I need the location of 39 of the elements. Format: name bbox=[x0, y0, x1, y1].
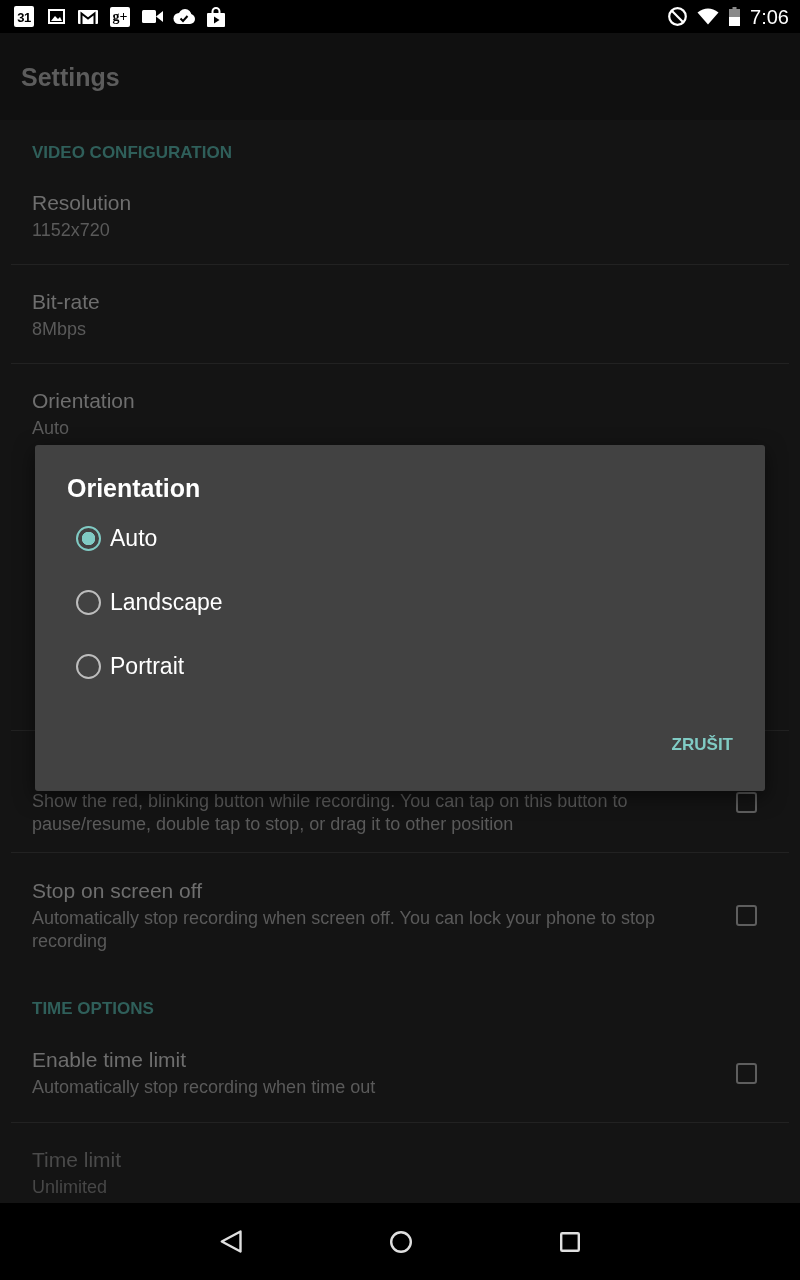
checkbox[interactable] bbox=[736, 1062, 757, 1084]
radio-option[interactable]: Landscape bbox=[76, 589, 223, 615]
wifi-icon bbox=[697, 8, 720, 25]
setting-title: Enable time limit bbox=[32, 1047, 187, 1073]
recents-icon[interactable] bbox=[560, 1231, 580, 1252]
back-icon[interactable] bbox=[220, 1230, 242, 1253]
section-header: TIME OPTIONS bbox=[32, 998, 154, 1020]
setting-title: Bit-rate bbox=[32, 289, 100, 315]
radio-button[interactable] bbox=[76, 525, 101, 551]
section-header: VIDEO CONFIGURATION bbox=[32, 142, 232, 164]
setting-summary: 1152x720 bbox=[32, 219, 110, 242]
battery-icon bbox=[729, 7, 741, 26]
setting-title: Resolution bbox=[32, 190, 132, 216]
setting-summary: Automatically stop recording when screen off. You can lock your phone to stop recording bbox=[32, 907, 657, 953]
radio-button[interactable] bbox=[76, 589, 101, 615]
radio-option[interactable]: Auto bbox=[76, 525, 158, 551]
video-camera-icon bbox=[141, 10, 163, 23]
cloud-check-icon bbox=[173, 9, 195, 24]
g-plus-icon: g+ bbox=[110, 6, 130, 27]
dialog-title: Orientation bbox=[67, 473, 201, 504]
image-icon bbox=[47, 9, 65, 24]
setting-summary: Auto bbox=[32, 417, 70, 440]
screen-title: Settings bbox=[21, 61, 120, 93]
shopping-bag-icon bbox=[206, 6, 226, 27]
radio-button[interactable] bbox=[76, 653, 101, 679]
setting-summary: 8Mbps bbox=[32, 318, 87, 341]
setting-summary: Automatically stop recording when time out bbox=[32, 1076, 376, 1099]
calendar-icon: 31 bbox=[14, 6, 34, 27]
home-icon[interactable] bbox=[390, 1230, 412, 1253]
do-not-disturb-icon bbox=[668, 7, 688, 26]
setting-title: Stop on screen off bbox=[32, 878, 203, 904]
mail-icon bbox=[78, 9, 98, 24]
setting-summary: Show the red, blinking button while recording. You can tap on this button to pause/resume, double tap to stop, or drag it to other position bbox=[32, 790, 629, 836]
checkbox[interactable] bbox=[736, 905, 757, 926]
setting-title: Orientation bbox=[32, 388, 135, 414]
checkbox[interactable] bbox=[736, 792, 757, 813]
cancel-button[interactable]: ZRUŠIT bbox=[663, 725, 741, 765]
radio-option[interactable]: Portrait bbox=[76, 653, 185, 679]
clock-time: 7:06 bbox=[750, 4, 789, 29]
